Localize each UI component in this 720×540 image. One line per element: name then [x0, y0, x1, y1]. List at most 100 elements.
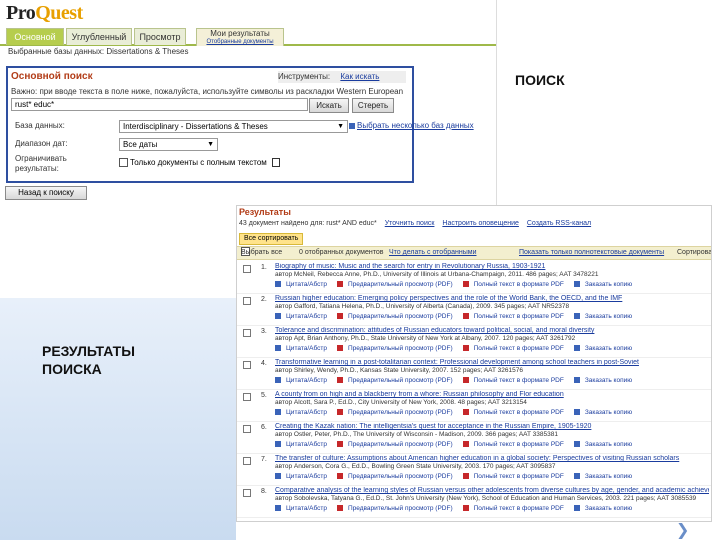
fulltext-pdf-link[interactable]: Полный текст в формате PDF	[462, 313, 569, 320]
pdf-icon	[462, 377, 469, 384]
order-copy-link[interactable]: Заказать копию	[573, 409, 637, 416]
date-range-select[interactable]: Все даты ▼	[119, 138, 218, 151]
fulltext-label: Только документы с полным текстом	[130, 158, 267, 167]
citation-icon	[275, 281, 281, 288]
order-copy-link[interactable]: Заказать копию	[573, 505, 637, 512]
order-copy-link[interactable]: Заказать копию	[573, 377, 637, 384]
chevron-down-icon: ▼	[207, 141, 214, 148]
set-alert-link[interactable]: Настроить оповещение	[442, 220, 519, 227]
result-actions: Цитата/Абстр Предварительный просмотр (PD…	[275, 345, 642, 352]
rss-link[interactable]: Создать RSS-канал	[527, 220, 591, 227]
order-copy-link[interactable]: Заказать копию	[573, 281, 637, 288]
fulltext-pdf-link[interactable]: Полный текст в формате PDF	[462, 505, 569, 512]
order-copy-link[interactable]: Заказать копию	[573, 313, 637, 320]
result-title-link[interactable]: The transfer of culture: Assumptions abo…	[275, 455, 709, 462]
fulltext-pdf-link[interactable]: Полный текст в формате PDF	[462, 441, 569, 448]
fulltext-pdf-link[interactable]: Полный текст в формате PDF	[462, 281, 569, 288]
next-slide-icon[interactable]: ❯	[676, 520, 689, 539]
basic-search-box: Основной поиск Инструменты: Как искать В…	[6, 66, 474, 183]
tab-advanced[interactable]: Углубленный	[66, 28, 132, 45]
selected-actions-link[interactable]: Что делать с отобранными	[389, 247, 476, 259]
preview-link[interactable]: Предварительный просмотр (PDF)	[336, 281, 458, 288]
order-icon	[573, 473, 580, 480]
back-to-search-button[interactable]: Назад к поиску	[5, 186, 87, 200]
result-checkbox[interactable]	[243, 425, 251, 433]
citation-icon	[275, 345, 281, 352]
result-number: 1.	[261, 264, 267, 271]
result-checkbox[interactable]	[243, 457, 251, 465]
fulltext-pdf-link[interactable]: Полный текст в формате PDF	[462, 473, 569, 480]
result-author: автор Gafford, Tatiana Helena, Ph.D., Un…	[275, 303, 570, 310]
order-copy-link[interactable]: Заказать копию	[573, 473, 637, 480]
citation-link[interactable]: Цитата/Абстр	[275, 473, 332, 480]
sort-all-tab[interactable]: Все сортировать	[239, 233, 304, 245]
result-title-link[interactable]: Transformative learning in a post-totali…	[275, 359, 709, 366]
preview-link[interactable]: Предварительный просмотр (PDF)	[336, 345, 458, 352]
how-to-search-link[interactable]: Как искать	[340, 72, 379, 81]
citation-icon	[275, 441, 281, 448]
pdf-icon	[462, 409, 469, 416]
result-item: 4. Transformative learning in a post-tota…	[237, 358, 711, 390]
citation-icon	[275, 473, 281, 480]
result-checkbox[interactable]	[243, 393, 251, 401]
fulltext-checkbox[interactable]	[119, 158, 128, 168]
result-checkbox[interactable]	[243, 329, 251, 337]
citation-icon	[275, 409, 281, 416]
tab-my-results[interactable]: Мои результаты Отобранные документы	[196, 28, 284, 46]
result-checkbox[interactable]	[243, 489, 251, 497]
proquest-logo: ProQuest	[6, 2, 83, 24]
pdf-icon	[462, 313, 469, 320]
my-results-label: Мои результаты	[210, 29, 270, 38]
preview-link[interactable]: Предварительный просмотр (PDF)	[336, 377, 458, 384]
fulltext-pdf-link[interactable]: Полный текст в формате PDF	[462, 409, 569, 416]
citation-link[interactable]: Цитата/Абстр	[275, 345, 332, 352]
clear-button[interactable]: Стереть	[352, 98, 394, 113]
pdf-icon	[336, 313, 343, 320]
result-title-link[interactable]: A county from on high and a blackberry f…	[275, 391, 709, 398]
multi-db-link[interactable]: Выбрать несколько баз данных	[349, 121, 474, 130]
preview-link[interactable]: Предварительный просмотр (PDF)	[336, 313, 458, 320]
order-copy-link[interactable]: Заказать копию	[573, 345, 637, 352]
search-button[interactable]: Искать	[309, 98, 349, 113]
result-author: автор Apt, Brian Anthony, Ph.D., State U…	[275, 335, 576, 342]
preview-link[interactable]: Предварительный просмотр (PDF)	[336, 505, 458, 512]
order-copy-link[interactable]: Заказать копию	[573, 441, 637, 448]
citation-link[interactable]: Цитата/Абстр	[275, 377, 332, 384]
result-number: 2.	[261, 296, 267, 303]
my-results-sub: Отобранные документы	[206, 39, 274, 45]
order-icon	[573, 313, 580, 320]
database-select[interactable]: Interdisciplinary - Dissertations & Thes…	[119, 120, 348, 133]
results-caption: РЕЗУЛЬТАТЫ ПОИСКА	[42, 343, 135, 377]
result-checkbox[interactable]	[243, 361, 251, 369]
preview-link[interactable]: Предварительный просмотр (PDF)	[336, 473, 458, 480]
result-actions: Цитата/Абстр Предварительный просмотр (PD…	[275, 473, 642, 480]
result-title-link[interactable]: Creating the Kazak nation: The intellige…	[275, 423, 709, 430]
result-title-link[interactable]: Biography of music: Music and the search…	[275, 263, 709, 270]
fulltext-only-option[interactable]: Только документы с полным текстом	[119, 158, 281, 168]
tab-browse[interactable]: Просмотр	[134, 28, 186, 45]
preview-link[interactable]: Предварительный просмотр (PDF)	[336, 441, 458, 448]
citation-link[interactable]: Цитата/Абстр	[275, 313, 332, 320]
order-icon	[573, 505, 580, 512]
citation-link[interactable]: Цитата/Абстр	[275, 505, 332, 512]
fulltext-only-link[interactable]: Показать только полнотекстовые документы	[519, 247, 664, 259]
result-checkbox[interactable]	[243, 265, 251, 273]
result-checkbox[interactable]	[243, 297, 251, 305]
citation-link[interactable]: Цитата/Абстр	[275, 441, 332, 448]
result-actions: Цитата/Абстр Предварительный просмотр (PD…	[275, 441, 642, 448]
preview-link[interactable]: Предварительный просмотр (PDF)	[336, 409, 458, 416]
tab-basic[interactable]: Основной	[6, 28, 64, 45]
chevron-down-icon: ▼	[337, 123, 344, 130]
fulltext-pdf-link[interactable]: Полный текст в формате PDF	[462, 345, 569, 352]
citation-link[interactable]: Цитата/Абстр	[275, 281, 332, 288]
fulltext-pdf-link[interactable]: Полный текст в формате PDF	[462, 377, 569, 384]
sort-label: Сортировать	[677, 249, 712, 256]
refine-search-link[interactable]: Уточнить поиск	[385, 220, 435, 227]
results-meta: 43 документ найденo для: rust* AND educ*…	[239, 220, 709, 227]
search-input[interactable]: rust* educ*	[11, 98, 308, 111]
database-select-value: Interdisciplinary - Dissertations & Thes…	[123, 122, 268, 131]
result-title-link[interactable]: Tolerance and discrimination: attitudes …	[275, 327, 709, 334]
result-title-link[interactable]: Comparative analysis of the learning sty…	[275, 487, 709, 494]
citation-link[interactable]: Цитата/Абстр	[275, 409, 332, 416]
result-title-link[interactable]: Russian higher education: Emerging polic…	[275, 295, 709, 302]
